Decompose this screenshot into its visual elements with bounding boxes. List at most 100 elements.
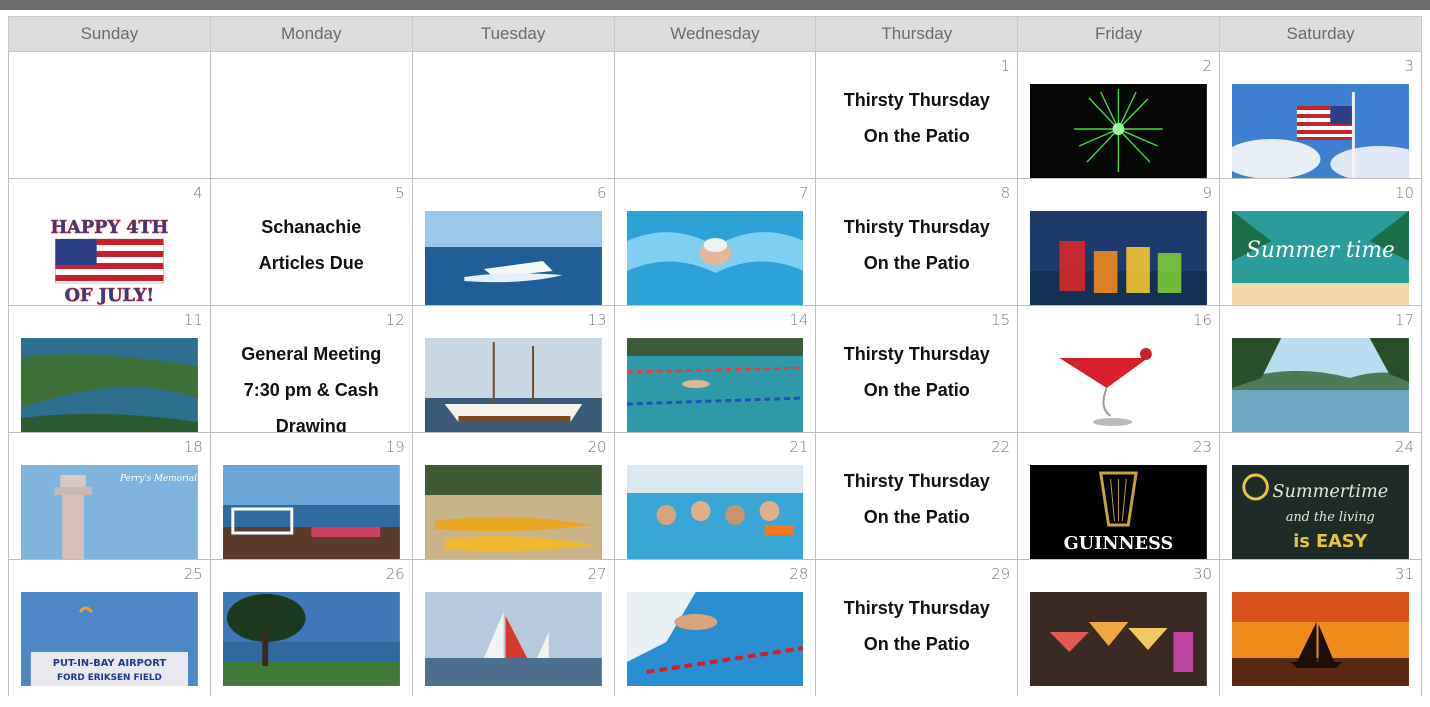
- perrys-monument-image: Perry's Memorial: [21, 465, 198, 559]
- day-cell[interactable]: 22 Thirsty Thursday On the Patio: [815, 432, 1019, 560]
- day-cell[interactable]: 25 PUT-IN-BAY AIRPORT FORD ERIKSEN FIELD: [8, 559, 211, 696]
- american-flag-image: [1232, 84, 1409, 178]
- event-line: Articles Due: [258, 253, 364, 273]
- day-number: 13: [587, 311, 607, 329]
- event-general-meeting[interactable]: General Meeting 7:30 pm & Cash Drawing: [211, 336, 411, 432]
- image-caption: PUT-IN-BAY AIRPORT: [53, 658, 167, 669]
- event-line: Thirsty Thursday: [843, 471, 990, 491]
- day-cell[interactable]: 19: [209, 432, 413, 560]
- day-cell[interactable]: 9: [1017, 178, 1221, 306]
- happy-4th-of-july-image: HAPPY 4TH OF JULY!: [21, 211, 198, 305]
- day-number: 14: [789, 311, 809, 329]
- day-number: 2: [1202, 57, 1213, 75]
- day-cell-empty: [613, 51, 817, 179]
- day-cell[interactable]: 3: [1219, 51, 1422, 179]
- day-number: 25: [183, 565, 203, 583]
- day-cell[interactable]: 21: [613, 432, 817, 560]
- day-cell[interactable]: 2: [1017, 51, 1221, 179]
- day-cell[interactable]: 18 Perry's Memorial: [8, 432, 211, 560]
- event-thirsty-thursday[interactable]: Thirsty Thursday On the Patio: [817, 463, 1017, 535]
- day-cell[interactable]: 15 Thirsty Thursday On the Patio: [815, 305, 1019, 433]
- day-number: 29: [991, 565, 1011, 583]
- week-row: 18 Perry's Memorial 19 20 21 22 Thirsty …: [8, 432, 1422, 560]
- day-cell[interactable]: 8 Thirsty Thursday On the Patio: [815, 178, 1019, 306]
- day-cell[interactable]: 10 Summer time: [1219, 178, 1422, 306]
- image-caption: HAPPY 4TH: [50, 217, 168, 238]
- day-cell[interactable]: 27: [411, 559, 615, 696]
- day-cell[interactable]: 31: [1219, 559, 1422, 696]
- day-cell[interactable]: 29 Thirsty Thursday On the Patio: [815, 559, 1019, 696]
- day-number: 3: [1404, 57, 1414, 75]
- day-cell[interactable]: 7: [613, 178, 817, 306]
- day-cell[interactable]: 11: [8, 305, 211, 433]
- lake-deck-image: [222, 465, 400, 559]
- fireworks-image: [1030, 84, 1208, 178]
- day-cell[interactable]: 23 GUINNESS: [1017, 432, 1221, 560]
- day-cell[interactable]: 13: [411, 305, 615, 433]
- day-number: 4: [193, 184, 203, 202]
- event-line: Thirsty Thursday: [843, 217, 990, 237]
- day-cell[interactable]: 28: [613, 559, 817, 696]
- image-caption: Perry's Memorial: [119, 474, 197, 484]
- week-row: 1 Thirsty Thursday On the Patio 2 3: [8, 51, 1422, 179]
- guinness-logo-image: GUINNESS: [1030, 465, 1208, 559]
- pool-swimmers-group-image: [626, 465, 804, 559]
- day-cell[interactable]: 24 Summertime and the living is EASY: [1219, 432, 1422, 560]
- day-number: 23: [1192, 438, 1213, 456]
- day-number: 12: [385, 311, 405, 329]
- day-number: 27: [587, 565, 607, 583]
- day-number: 16: [1192, 311, 1213, 329]
- weekday-header-row: Sunday Monday Tuesday Wednesday Thursday…: [8, 16, 1422, 52]
- summer-time-image: Summer time: [1232, 211, 1409, 305]
- event-line: On the Patio: [863, 380, 970, 400]
- weekday-friday: Friday: [1017, 16, 1221, 52]
- weekday-wednesday: Wednesday: [613, 16, 817, 52]
- day-cell[interactable]: 30: [1017, 559, 1221, 696]
- day-cell[interactable]: 1 Thirsty Thursday On the Patio: [815, 51, 1019, 179]
- image-caption: OF JULY!: [65, 285, 155, 305]
- event-thirsty-thursday[interactable]: Thirsty Thursday On the Patio: [817, 82, 1017, 154]
- swimmer-butterfly-image: [626, 211, 804, 305]
- calendar-grid: Sunday Monday Tuesday Wednesday Thursday…: [8, 16, 1422, 696]
- event-line: On the Patio: [863, 126, 970, 146]
- day-cell[interactable]: 5 Schanachie Articles Due: [209, 178, 413, 306]
- event-thirsty-thursday[interactable]: Thirsty Thursday On the Patio: [817, 209, 1017, 281]
- day-number: 28: [789, 565, 809, 583]
- day-number: 19: [385, 438, 405, 456]
- event-line: On the Patio: [863, 507, 970, 527]
- weekday-tuesday: Tuesday: [411, 16, 615, 52]
- day-number: 22: [991, 438, 1011, 456]
- day-cell[interactable]: 4 HAPPY 4TH OF JULY!: [8, 178, 211, 306]
- day-number: 11: [183, 311, 203, 329]
- event-line: On the Patio: [863, 634, 970, 654]
- image-caption: FORD ERIKSEN FIELD: [57, 673, 162, 683]
- event-thirsty-thursday[interactable]: Thirsty Thursday On the Patio: [817, 336, 1017, 408]
- bar-cocktails-image: [1030, 592, 1208, 686]
- lakeshore-tree-image: [222, 592, 400, 686]
- swimmer-dive-start-image: [626, 592, 804, 686]
- lake-landscape-image: [1232, 338, 1409, 432]
- day-cell[interactable]: 12 General Meeting 7:30 pm & Cash Drawin…: [209, 305, 413, 433]
- day-number: 30: [1192, 565, 1213, 583]
- day-number: 18: [183, 438, 203, 456]
- weekday-thursday: Thursday: [815, 16, 1019, 52]
- event-thirsty-thursday[interactable]: Thirsty Thursday On the Patio: [817, 590, 1017, 662]
- day-cell[interactable]: 14: [613, 305, 817, 433]
- martini-glass-image: [1030, 338, 1208, 432]
- event-line: Thirsty Thursday: [843, 598, 990, 618]
- day-number: 20: [587, 438, 607, 456]
- day-cell-empty: [411, 51, 615, 179]
- day-cell[interactable]: 26: [209, 559, 413, 696]
- top-bar: [0, 0, 1430, 10]
- day-cell[interactable]: 17: [1219, 305, 1422, 433]
- event-line: General Meeting: [241, 344, 382, 364]
- speedboat-image: [424, 211, 602, 305]
- day-number: 7: [798, 184, 809, 202]
- sunset-sailboat-image: [1232, 592, 1409, 686]
- weekday-saturday: Saturday: [1219, 16, 1422, 52]
- day-cell[interactable]: 6: [411, 178, 615, 306]
- event-schanachie[interactable]: Schanachie Articles Due: [211, 209, 411, 281]
- day-cell[interactable]: 20: [411, 432, 615, 560]
- swimming-pool-lanes-image: [626, 338, 804, 432]
- day-cell[interactable]: 16: [1017, 305, 1221, 433]
